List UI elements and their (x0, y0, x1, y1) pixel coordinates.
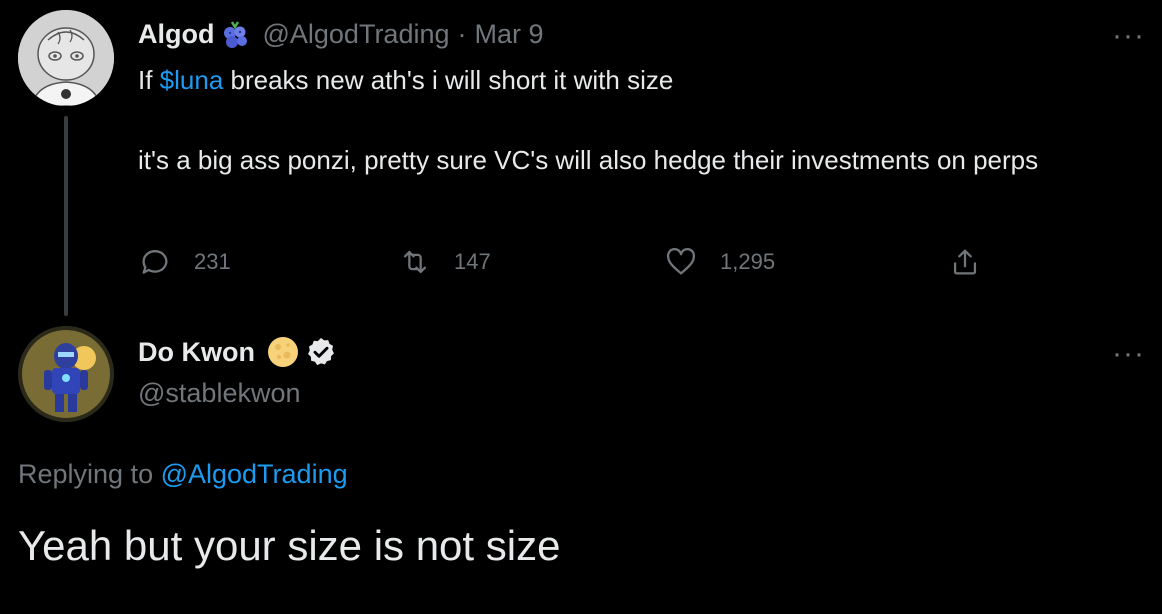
retweet-action[interactable]: 147 (398, 242, 491, 282)
more-options-button[interactable]: ··· (1112, 21, 1145, 51)
reply-icon (142, 250, 168, 274)
reply-count: 231 (194, 249, 231, 274)
like-action[interactable]: 1,295 (664, 242, 775, 282)
author-name[interactable]: Algod (138, 19, 214, 50)
reply-action[interactable]: 231 (138, 242, 231, 282)
tweet-line-2: it's a big ass ponzi, pretty sure VC's w… (138, 145, 1039, 175)
thread-line (64, 116, 68, 316)
author-handle[interactable]: @AlgodTrading (262, 19, 449, 50)
separator-dot: · (457, 18, 467, 49)
tweet-header: Algod @AlgodTrading · Mar 9 (138, 14, 544, 54)
like-count: 1,295 (720, 249, 776, 274)
share-icon (953, 249, 977, 275)
reply-header: Do Kwon (138, 332, 337, 372)
reply-more-options-button[interactable]: ··· (1112, 339, 1145, 369)
tweet-line-1: If $luna breaks new ath's i will short i… (138, 65, 674, 95)
blueberry-icon (220, 19, 250, 49)
cashtag-link[interactable]: $luna (160, 65, 224, 95)
reply-text: Yeah but your size is not size (18, 522, 561, 569)
algod-avatar[interactable] (18, 10, 114, 106)
reply-author-name[interactable]: Do Kwon (138, 337, 255, 368)
tweet-text: If $luna breaks new ath's i will short i… (138, 60, 1128, 180)
moon-icon (267, 336, 299, 368)
share-action[interactable] (948, 242, 982, 282)
replying-to-line: Replying to @AlgodTrading (18, 455, 348, 493)
verified-badge-icon (305, 336, 337, 368)
dokwon-avatar[interactable] (18, 326, 114, 422)
avatar-image (18, 10, 114, 106)
retweet-count: 147 (454, 249, 491, 274)
tweet-date[interactable]: Mar 9 (475, 19, 544, 50)
retweet-icon (403, 250, 427, 274)
reply-author-handle[interactable]: @stablekwon (138, 374, 301, 412)
replying-to-mention[interactable]: @AlgodTrading (161, 459, 348, 489)
avatar-image (18, 326, 114, 422)
heart-icon (666, 247, 696, 275)
replying-to-label: Replying to (18, 459, 161, 489)
